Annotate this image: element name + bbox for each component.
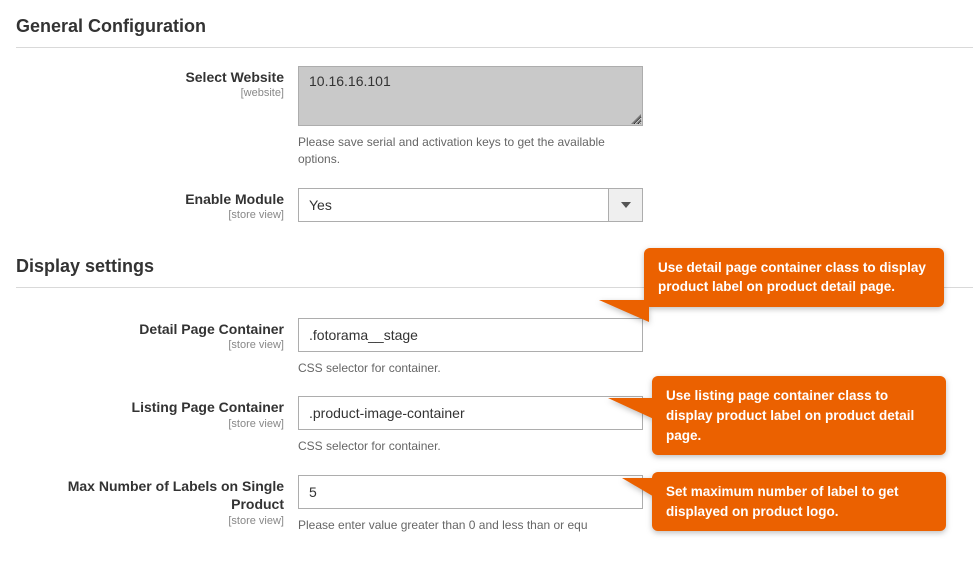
- row-listing-container: Listing Page Container [store view] CSS …: [16, 396, 973, 455]
- callout-tail-icon: [599, 300, 649, 322]
- callout-text: Use listing page container class to disp…: [666, 388, 914, 442]
- label-text: Max Number of Labels on Single Product: [16, 477, 284, 513]
- label-detail-container: Detail Page Container [store view]: [16, 318, 298, 351]
- label-max-labels: Max Number of Labels on Single Product […: [16, 475, 298, 526]
- label-text: Select Website: [16, 68, 284, 86]
- label-enable-module: Enable Module [store view]: [16, 188, 298, 221]
- row-enable-module: Enable Module [store view] Yes: [16, 188, 973, 222]
- callout-text: Set maximum number of label to get displ…: [666, 484, 899, 519]
- listing-container-input[interactable]: [298, 396, 643, 430]
- input-col: Yes: [298, 188, 643, 222]
- listing-container-help: CSS selector for container.: [298, 438, 618, 455]
- max-labels-help: Please enter value greater than 0 and le…: [298, 517, 643, 534]
- detail-container-help: CSS selector for container.: [298, 360, 618, 377]
- max-labels-input[interactable]: [298, 475, 643, 509]
- label-text: Detail Page Container: [16, 320, 284, 338]
- label-text: Listing Page Container: [16, 398, 284, 416]
- chevron-down-icon: [608, 189, 642, 221]
- detail-container-input[interactable]: [298, 318, 643, 352]
- select-website-help: Please save serial and activation keys t…: [298, 134, 618, 168]
- input-col: 10.16.16.101 Please save serial and acti…: [298, 66, 643, 168]
- input-col: Please enter value greater than 0 and le…: [298, 475, 643, 534]
- row-select-website: Select Website [website] 10.16.16.101 Pl…: [16, 66, 973, 168]
- label-scope: [store view]: [16, 209, 284, 221]
- label-scope: [store view]: [16, 515, 284, 527]
- label-select-website: Select Website [website]: [16, 66, 298, 99]
- label-scope: [store view]: [16, 418, 284, 430]
- row-max-labels: Max Number of Labels on Single Product […: [16, 475, 973, 534]
- callout-listing-container: Use listing page container class to disp…: [652, 376, 946, 455]
- callout-text: Use detail page container class to displ…: [658, 260, 926, 295]
- enable-module-select[interactable]: Yes: [298, 188, 643, 222]
- row-detail-container: Detail Page Container [store view] CSS s…: [16, 318, 973, 377]
- enable-module-value: Yes: [299, 197, 608, 213]
- input-col: CSS selector for container.: [298, 396, 643, 455]
- select-website-multiselect[interactable]: 10.16.16.101: [298, 66, 643, 126]
- callout-max-labels: Set maximum number of label to get displ…: [652, 472, 946, 531]
- section-general-title: General Configuration: [16, 10, 973, 48]
- label-scope: [website]: [16, 87, 284, 99]
- label-scope: [store view]: [16, 339, 284, 351]
- label-listing-container: Listing Page Container [store view]: [16, 396, 298, 429]
- select-website-value: 10.16.16.101: [309, 73, 391, 89]
- input-col: CSS selector for container.: [298, 318, 643, 377]
- label-text: Enable Module: [16, 190, 284, 208]
- callout-tail-icon: [622, 478, 656, 498]
- callout-tail-icon: [608, 398, 656, 420]
- callout-detail-container: Use detail page container class to displ…: [644, 248, 944, 307]
